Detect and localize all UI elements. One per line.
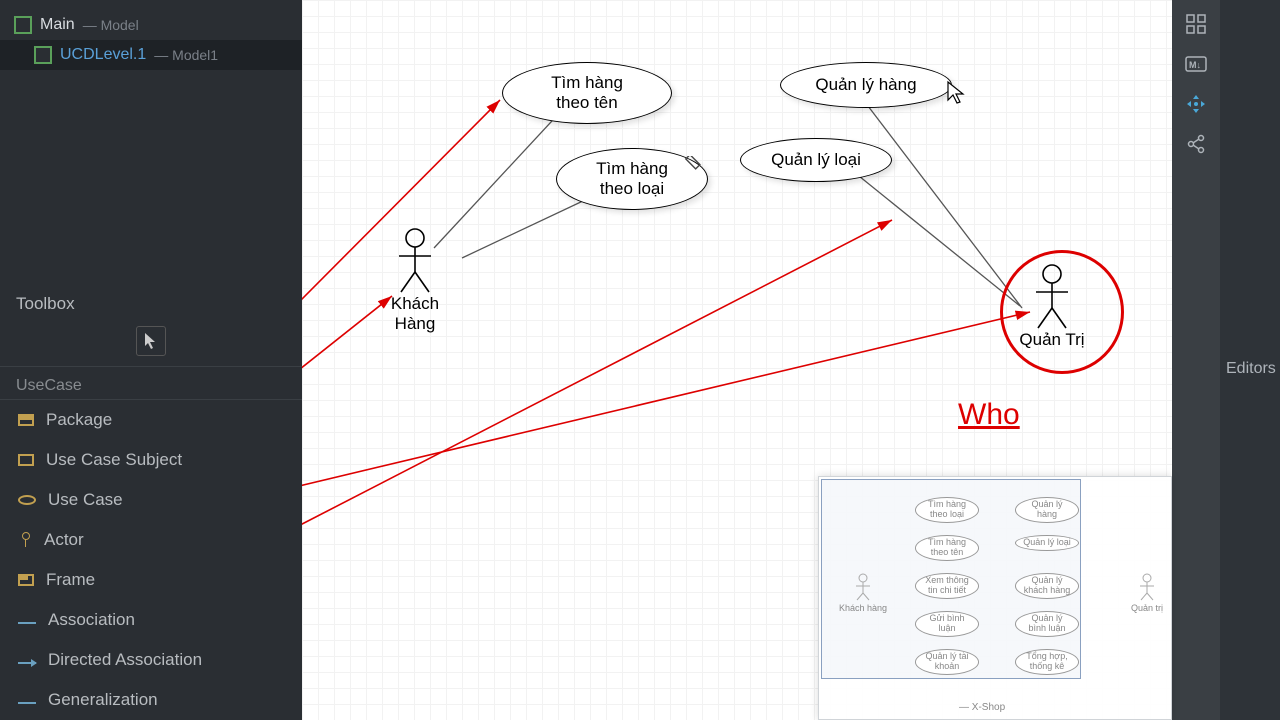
tool-frame[interactable]: Frame <box>0 560 302 600</box>
tree-item-ucd[interactable]: UCDLevel.1 — Model1 <box>0 40 302 70</box>
arrow-icon <box>18 662 36 664</box>
left-sidebar: Main — Model UCDLevel.1 — Model1 Toolbox… <box>0 0 302 720</box>
minimap-node: Tìm hàng theo tên <box>915 535 979 561</box>
editors-label: Editors <box>1220 0 1280 378</box>
usecase-node[interactable]: Quản lý hàng <box>780 62 952 108</box>
minimap-node: Quản lý tài khoản <box>915 649 979 675</box>
usecase-label: Tìm hàng theo tên <box>551 73 623 114</box>
line-icon <box>18 622 36 624</box>
tool-label: Directed Association <box>48 650 202 670</box>
svg-text:M↓: M↓ <box>1189 60 1201 70</box>
tool-list: Package Use Case Subject Use Case Actor … <box>0 399 302 720</box>
model-tree: Main — Model UCDLevel.1 — Model1 <box>0 0 302 80</box>
tool-label: Frame <box>46 570 95 590</box>
tool-label: Package <box>46 410 112 430</box>
tree-item-label: UCDLevel.1 <box>60 46 146 64</box>
minimap-node: Quản lý loại <box>1015 535 1079 551</box>
minimap-node: Tổng hợp, thống kê <box>1015 649 1079 675</box>
tool-actor[interactable]: Actor <box>0 520 302 560</box>
usecase-label: Tìm hàng theo loại <box>596 159 668 200</box>
tool-usecase[interactable]: Use Case <box>0 480 302 520</box>
tool-generalization[interactable]: Generalization <box>0 680 302 720</box>
tree-item-sub: — Model <box>83 17 139 33</box>
tree-item-sub: — Model1 <box>154 47 218 63</box>
tool-label: Use Case Subject <box>46 450 182 470</box>
diagram-icon <box>34 46 52 64</box>
usecase-label: Quản lý hàng <box>815 75 916 95</box>
cursor-icon <box>946 80 966 104</box>
minimap-node: Gửi bình luận <box>915 611 979 637</box>
toolbox-header: Toolbox <box>0 280 302 320</box>
model-icon <box>14 16 32 34</box>
frame-icon <box>18 574 34 586</box>
tool-label: Association <box>48 610 135 630</box>
tool-label: Use Case <box>48 490 123 510</box>
tool-package[interactable]: Package <box>0 400 302 440</box>
edit-handle-icon <box>680 156 702 178</box>
annotation-text: Who <box>958 398 1020 432</box>
tool-label: Generalization <box>48 690 158 710</box>
pointer-tool[interactable] <box>136 326 166 356</box>
grid-view-button[interactable] <box>1180 8 1212 40</box>
usecase-label: Quản lý loại <box>771 150 861 170</box>
minimap-node: Xem thông tin chi tiết <box>915 573 979 599</box>
target-button[interactable] <box>1180 88 1212 120</box>
minimap-node: Quản lý hàng <box>1015 497 1079 523</box>
tool-directed-association[interactable]: Directed Association <box>0 640 302 680</box>
tool-usecase-subject[interactable]: Use Case Subject <box>0 440 302 480</box>
usecase-node[interactable]: Tìm hàng theo tên <box>502 62 672 124</box>
editors-panel[interactable]: Editors <box>1220 0 1280 720</box>
minimap-actor: Khách hàng <box>839 573 887 613</box>
usecase-node[interactable]: Quản lý loại <box>740 138 892 182</box>
right-rail: M↓ <box>1172 0 1220 720</box>
rect-icon <box>18 454 34 466</box>
annotation-circle <box>1000 250 1124 374</box>
tool-label: Actor <box>44 530 84 550</box>
minimap-footer: — X-Shop <box>959 702 1005 713</box>
tool-association[interactable]: Association <box>0 600 302 640</box>
gen-icon <box>18 702 36 704</box>
minimap[interactable]: Khách hàng Quản trị Tìm hàng theo loại T… <box>818 476 1172 720</box>
tree-item-label: Main <box>40 16 75 34</box>
diagram-canvas[interactable]: Tìm hàng theo tên Tìm hàng theo loại Quả… <box>302 0 1172 720</box>
actor-icon <box>18 532 32 548</box>
minimap-actor: Quản trị <box>1131 573 1163 613</box>
toolbox-category: UseCase <box>0 366 302 399</box>
markdown-button[interactable]: M↓ <box>1180 48 1212 80</box>
minimap-node: Quản lý khách hàng <box>1015 573 1079 599</box>
minimap-node: Quản lý bình luận <box>1015 611 1079 637</box>
tree-item-main[interactable]: Main — Model <box>0 10 302 40</box>
actor-label: Khách Hàng <box>370 294 460 334</box>
minimap-node: Tìm hàng theo loại <box>915 497 979 523</box>
oval-icon <box>18 495 36 505</box>
actor-node[interactable]: Khách Hàng <box>370 228 460 334</box>
package-icon <box>18 414 34 426</box>
share-button[interactable] <box>1180 128 1212 160</box>
